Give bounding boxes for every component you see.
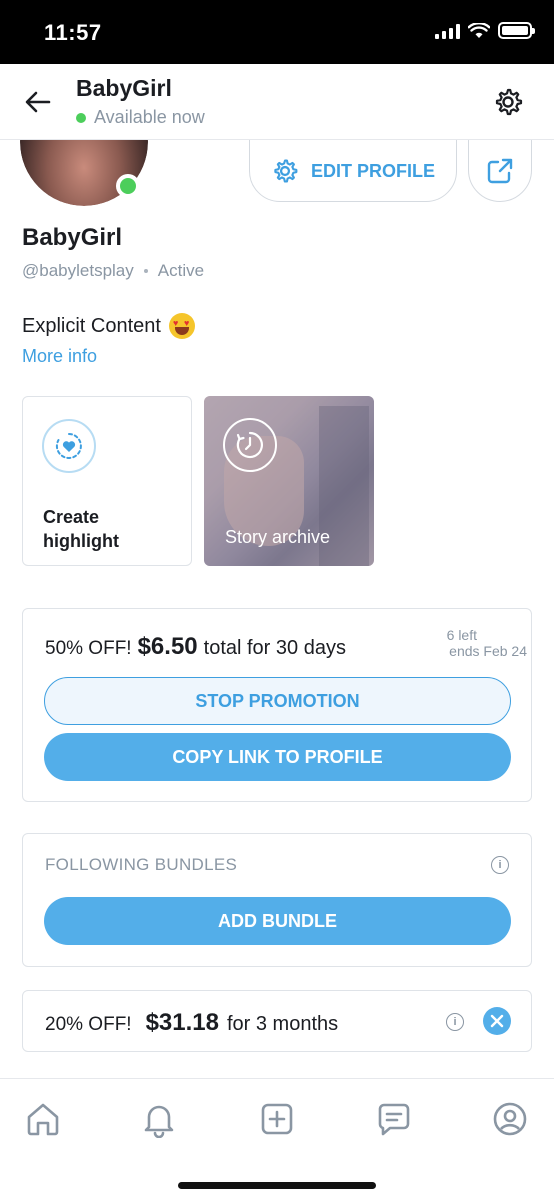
gear-icon (495, 88, 523, 116)
nav-notifications[interactable] (139, 1099, 179, 1139)
home-indicator[interactable] (178, 1182, 376, 1189)
availability-text: Available now (94, 107, 205, 127)
app-header: BabyGirl Available now (0, 64, 554, 140)
nav-new-post[interactable] (257, 1099, 297, 1139)
status-icons (435, 22, 535, 39)
profile-bio: Explicit Content ♥ ♥ (22, 313, 195, 339)
separator-dot (143, 269, 148, 273)
promotion-availability: 6 left ends Feb 24 (446, 627, 527, 659)
wifi-icon (468, 22, 490, 38)
settings-button[interactable] (492, 86, 524, 118)
promotion-discount: 50% OFF! (45, 638, 132, 659)
profile-icon (493, 1102, 527, 1136)
profile-handle: @babyletsplay (22, 261, 134, 280)
clock-history-icon (223, 418, 277, 472)
edit-profile-label: EDIT PROFILE (310, 160, 435, 181)
promotion-summary: 50% OFF! $6.50 total for 30 days (45, 633, 346, 661)
status-bar: 11:57 (0, 0, 554, 64)
stop-promotion-button[interactable]: STOP PROMOTION (44, 677, 511, 725)
bundles-title: FOLLOWING BUNDLES (45, 855, 238, 874)
profile-name: BabyGirl (22, 224, 123, 251)
promotion-description: total for 30 days (203, 637, 346, 659)
info-icon[interactable]: i (446, 1013, 464, 1031)
signal-icon (435, 23, 460, 39)
bundle-offer-discount: 20% OFF! (45, 1014, 132, 1035)
promotion-left-count: 6 left (446, 627, 477, 643)
share-icon (487, 158, 513, 184)
nav-messages[interactable] (374, 1099, 414, 1139)
bundle-offer-summary: 20% OFF! $31.18 for 3 months (45, 1009, 338, 1037)
create-highlight-label: Create highlight (43, 507, 119, 551)
activity-status: Active (157, 261, 205, 280)
add-bundle-button[interactable]: ADD BUNDLE (44, 897, 511, 945)
message-icon (378, 1103, 410, 1136)
copy-link-button[interactable]: COPY LINK TO PROFILE (44, 733, 511, 781)
profile-actions: EDIT PROFILE (0, 140, 554, 202)
share-button[interactable] (468, 140, 532, 202)
profile-handle-row: @babyletsplay Active (22, 261, 204, 281)
promotion-price: $6.50 (137, 633, 198, 660)
bell-icon (144, 1105, 174, 1138)
gear-icon (274, 159, 298, 183)
promotion-card: 50% OFF! $6.50 total for 30 days 6 left … (22, 608, 532, 802)
more-info-link[interactable]: More info (22, 346, 97, 367)
bundle-offer-row: 20% OFF! $31.18 for 3 months i (22, 990, 532, 1052)
nav-home[interactable] (23, 1099, 63, 1139)
arrow-left-icon (25, 91, 51, 113)
header-title: BabyGirl (76, 75, 172, 101)
avatar-online-indicator (116, 174, 140, 198)
close-icon (490, 1014, 504, 1028)
status-time: 11:57 (44, 20, 102, 45)
story-archive-card[interactable]: Story archive (204, 396, 374, 566)
bundle-offer-description: for 3 months (226, 1013, 339, 1035)
heart-eyes-emoji-icon: ♥ ♥ (168, 313, 195, 339)
online-indicator (76, 112, 86, 123)
story-archive-label: Story archive (225, 527, 331, 547)
battery-icon (498, 22, 535, 39)
promotion-end-date: ends Feb 24 (449, 643, 527, 659)
plus-square-icon (261, 1103, 293, 1135)
bio-text: Explicit Content (22, 314, 161, 337)
remove-bundle-button[interactable] (483, 1007, 511, 1035)
edit-profile-button[interactable]: EDIT PROFILE (249, 140, 457, 202)
create-highlight-card[interactable]: Create highlight (22, 396, 192, 566)
nav-profile[interactable] (490, 1099, 530, 1139)
highlight-heart-icon (42, 419, 96, 473)
bundles-card: FOLLOWING BUNDLES i ADD BUNDLE (22, 833, 532, 967)
bundle-offer-price: $31.18 (145, 1009, 219, 1036)
back-button[interactable] (22, 86, 54, 118)
home-icon (27, 1103, 59, 1136)
info-icon[interactable]: i (491, 856, 509, 874)
header-availability: Available now (76, 107, 205, 128)
